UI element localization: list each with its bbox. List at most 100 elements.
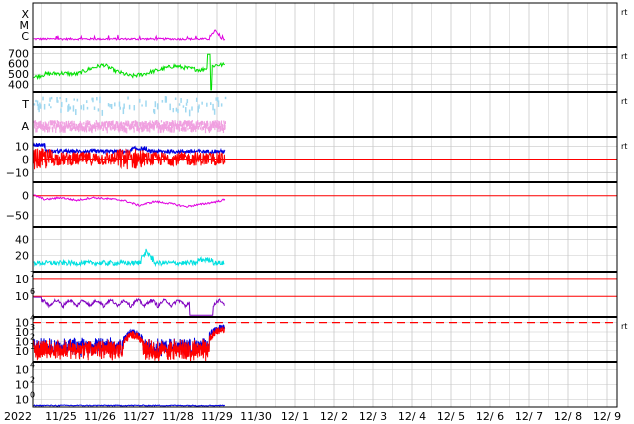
temperature-mark: [59, 97, 61, 100]
x-tick-label: 12/ 2: [320, 410, 348, 423]
solar-activity-chart: XMCrt700600500400rtTArt100−10rt0−5040201…: [4, 2, 627, 423]
density-line: [33, 248, 225, 268]
temperature-mark: [141, 104, 143, 107]
x-tick-label: 12/ 1: [281, 410, 309, 423]
temperature-mark: [69, 106, 72, 110]
temperature-mark: [209, 102, 212, 106]
alpha-mark: [133, 127, 135, 133]
alpha-mark: [101, 122, 104, 127]
y-tick-label: 0: [22, 190, 29, 203]
alpha-mark: [79, 121, 81, 126]
y-tick-label: −50: [6, 209, 29, 222]
alpha-mark: [48, 121, 50, 126]
temperature-mark: [186, 99, 189, 103]
alpha-mark: [222, 127, 225, 134]
y-tick-label: 400: [8, 79, 29, 92]
temperature-mark: [92, 97, 94, 103]
y-tick-label: 10: [15, 345, 29, 358]
temperature-mark: [96, 97, 98, 101]
alpha-mark: [184, 127, 186, 132]
x-tick-label: 11/26: [84, 410, 116, 423]
alpha-mark: [124, 127, 127, 133]
y-tick-label: A: [21, 120, 29, 133]
alpha-mark: [35, 127, 37, 133]
alpha-mark: [106, 127, 108, 134]
alpha-mark: [63, 122, 65, 129]
temperature-mark: [86, 106, 89, 110]
temperature-mark: [76, 98, 79, 102]
alpha-mark: [112, 120, 114, 126]
alpha-mark: [189, 121, 191, 126]
y-tick-exponent: 2: [30, 332, 35, 341]
alpha-mark: [36, 121, 38, 126]
alpha-mark: [201, 126, 203, 131]
temperature-mark: [109, 103, 111, 108]
panel-right-marker: rt: [621, 8, 627, 17]
temperature-mark: [60, 108, 62, 113]
alpha-mark: [71, 120, 73, 124]
alpha-mark: [224, 121, 226, 125]
alpha-mark: [83, 121, 85, 125]
dst-line: [33, 194, 226, 208]
y-tick-label: 0: [22, 154, 29, 167]
alpha-mark: [69, 121, 72, 125]
alpha-mark: [142, 127, 144, 132]
alpha-mark: [135, 121, 138, 125]
temperature-mark: [156, 103, 159, 110]
y-tick-label: 10: [15, 364, 29, 377]
y-tick-label: 10: [15, 290, 29, 303]
alpha-mark: [85, 127, 88, 133]
x-tick-label: 11/28: [162, 410, 194, 423]
alpha-mark: [171, 127, 173, 133]
temperature-mark: [114, 102, 116, 107]
temperature-mark: [224, 96, 227, 100]
alpha-mark: [137, 121, 139, 127]
temperature-mark: [39, 104, 42, 109]
alpha-mark: [58, 121, 60, 126]
y-tick-label: C: [21, 30, 29, 43]
y-tick-label: 10: [15, 394, 29, 407]
x-year-label: 2022: [4, 410, 32, 423]
temperature-mark: [118, 101, 121, 107]
x-tick-label: 12/ 9: [593, 410, 621, 423]
temperature-mark: [161, 100, 164, 103]
temperature-mark: [165, 96, 168, 103]
temperature-mark: [172, 107, 175, 113]
alpha-mark: [51, 120, 53, 126]
temperature-mark: [61, 101, 63, 108]
alpha-mark: [169, 127, 171, 133]
temperature-mark: [123, 103, 125, 109]
temperature-mark: [212, 103, 214, 111]
y-tick-label: 20: [15, 250, 29, 263]
panel-right-marker: rt: [621, 142, 627, 151]
alpha-mark: [187, 127, 189, 131]
temperature-mark: [220, 103, 223, 107]
temperature-mark: [65, 98, 68, 103]
temperature-mark: [93, 106, 96, 110]
alpha-mark: [180, 121, 182, 127]
y-tick-label: −10: [6, 167, 29, 180]
alpha-mark: [133, 120, 135, 123]
proton-flux-line: [33, 296, 225, 316]
y-tick-label: 40: [15, 233, 29, 246]
y-tick-exponent: 4: [30, 361, 35, 370]
temperature-mark: [154, 101, 157, 108]
temperature-mark: [107, 103, 110, 107]
temperature-mark: [139, 98, 141, 103]
alpha-mark: [202, 121, 204, 125]
alpha-mark: [197, 120, 199, 125]
temperature-mark: [185, 107, 187, 113]
alpha-mark: [75, 123, 78, 126]
y-tick-exponent: 0: [30, 391, 35, 400]
temperature-mark: [145, 100, 147, 107]
x-tick-label: 12/ 3: [359, 410, 387, 423]
y-tick-exponent: 1: [30, 342, 35, 351]
temperature-mark: [217, 100, 220, 107]
x-tick-label: 11/29: [201, 410, 233, 423]
alpha-mark: [177, 120, 179, 124]
panel-right-marker: rt: [621, 97, 627, 106]
temperature-mark: [215, 97, 217, 101]
alpha-mark: [199, 127, 202, 130]
temperature-mark: [97, 108, 100, 112]
y-tick-label: 10: [15, 379, 29, 392]
